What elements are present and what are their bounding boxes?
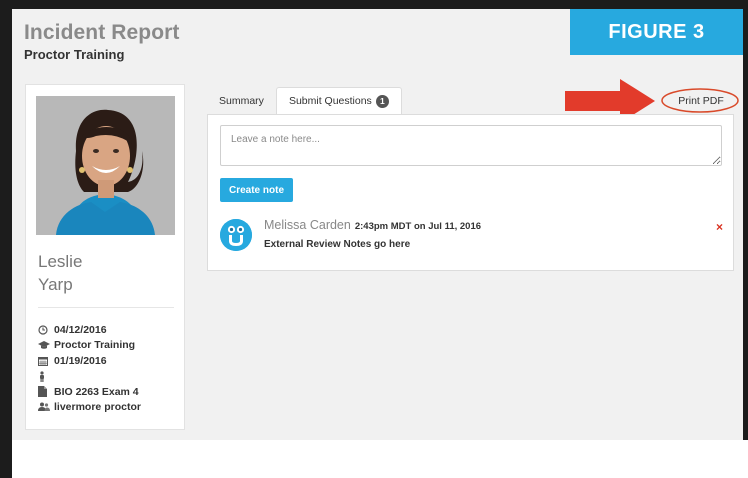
info-course: Proctor Training [54, 339, 136, 352]
figure-label: FIGURE 3 [570, 9, 743, 55]
info-proctor-row: livermore proctor [38, 400, 141, 416]
incident-report-page: Incident Report Proctor Training FIGURE … [12, 9, 743, 440]
note-item: Melissa Carden 2:43pm MDT on Jul 11, 2016… [220, 216, 726, 256]
owl-avatar [220, 219, 252, 251]
profile-name: Leslie Yarp [38, 250, 82, 296]
info-proctor: livermore proctor [54, 401, 141, 414]
info-date-row: 04/12/2016 [38, 322, 141, 338]
profile-info-list: 04/12/2016 Proctor Training 01/19/2016 B… [38, 322, 141, 415]
graduation-cap-icon [38, 340, 54, 350]
clock-icon [38, 325, 54, 335]
note-input[interactable] [220, 125, 722, 166]
page-subtitle: Proctor Training [24, 47, 125, 62]
delete-note-icon[interactable]: × [716, 220, 723, 234]
submit-questions-panel: Create note Melissa Carden2:43pm MDT on … [207, 114, 734, 271]
profile-last-name: Yarp [38, 275, 73, 294]
info-person-row [38, 369, 141, 385]
create-note-button[interactable]: Create note [220, 178, 293, 202]
tab-summary-label: Summary [219, 94, 264, 107]
annotation-circle [661, 88, 739, 113]
profile-card: Leslie Yarp 04/12/2016 Proctor Training [25, 84, 185, 430]
info-exam-row: BIO 2263 Exam 4 [38, 384, 141, 400]
tab-submit-questions[interactable]: Submit Questions 1 [275, 87, 402, 114]
image-border-left [0, 0, 12, 478]
submit-questions-count-badge: 1 [375, 94, 389, 108]
page-title: Incident Report [24, 21, 180, 44]
info-start-date-row: 01/19/2016 [38, 353, 141, 369]
info-date: 04/12/2016 [54, 323, 107, 336]
users-icon [38, 402, 54, 412]
calendar-icon [38, 356, 54, 366]
tab-submit-questions-label: Submit Questions [288, 95, 372, 107]
note-header: Melissa Carden 2:43pm MDT on Jul 11, 2016 [264, 218, 481, 232]
note-body: External Review Notes go here [264, 239, 411, 250]
note-author: Melissa Carden [264, 218, 351, 232]
profile-divider [38, 307, 174, 308]
info-course-row: Proctor Training [38, 338, 141, 354]
note-timestamp: 2:43pm MDT on Jul 11, 2016 [354, 221, 482, 232]
image-border-top [0, 0, 748, 9]
profile-photo [36, 96, 175, 235]
image-border-right [743, 0, 748, 440]
tab-summary[interactable]: Summary [207, 87, 276, 114]
file-icon [38, 386, 54, 398]
info-start-date: 01/19/2016 [54, 354, 107, 367]
report-tabs: Summary Submit Questions 1 [207, 87, 402, 114]
info-exam: BIO 2263 Exam 4 [54, 385, 139, 398]
person-icon [38, 371, 54, 382]
profile-first-name: Leslie [38, 252, 83, 271]
